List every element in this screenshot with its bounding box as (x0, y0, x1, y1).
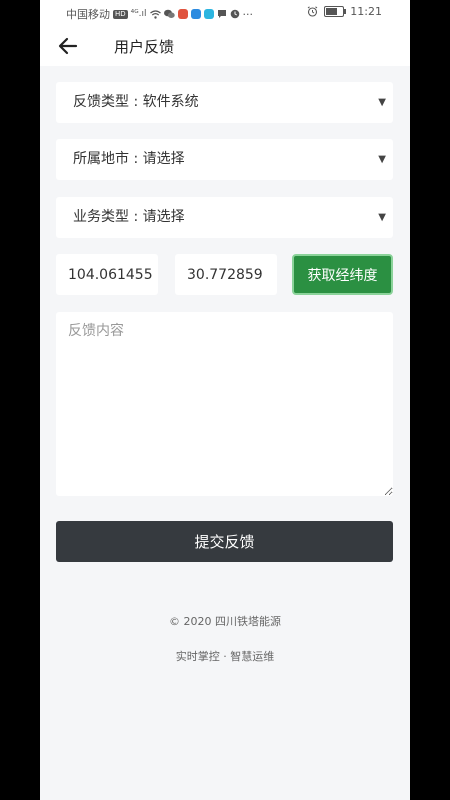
signal-icon: ⁴ᴳ.ıl (130, 9, 147, 19)
status-right: 11:21 (307, 5, 382, 18)
app-notification-icon (203, 9, 214, 19)
business-type-select[interactable]: 业务类型 : 请选择 ▼ (56, 197, 393, 238)
status-bar: 中国移动 HD ⁴ᴳ.ıl ··· 11:21 (40, 0, 410, 26)
phone-screen: 中国移动 HD ⁴ᴳ.ıl ··· 11:21 用户反馈 反馈类型: 软件系统… (40, 0, 410, 800)
submit-feedback-button[interactable]: 提交反馈 (56, 521, 393, 562)
app-notification-icon (177, 9, 188, 19)
footer-slogan: 实时掌控 · 智慧运维 (175, 650, 275, 663)
caret-down-icon: ▼ (378, 212, 386, 223)
status-time: 11:21 (350, 5, 382, 18)
alarm-icon (307, 6, 318, 17)
arrow-left-icon (58, 37, 78, 55)
latitude-input[interactable] (175, 254, 277, 295)
hd-badge: HD (113, 9, 128, 19)
wifi-icon (149, 9, 161, 19)
feedback-type-select[interactable]: 反馈类型 : 软件系统 ▼ (56, 82, 393, 123)
wechat-icon (163, 9, 175, 18)
back-button[interactable] (56, 34, 80, 58)
longitude-input[interactable] (56, 254, 158, 295)
caret-down-icon: ▼ (378, 97, 386, 108)
app-header: 用户反馈 (40, 26, 410, 66)
more-notifications: ··· (242, 7, 254, 21)
battery-icon (324, 6, 347, 17)
city-select[interactable]: 所属地市 : 请选择 ▼ (56, 139, 393, 180)
feedback-type-value: 反馈类型 : 软件系统 (73, 94, 199, 110)
app-notification-icon (190, 9, 201, 19)
page-title: 用户反馈 (114, 38, 175, 56)
message-icon (217, 10, 226, 18)
get-coordinates-button[interactable]: 获取经纬度 (292, 254, 393, 295)
business-type-value: 业务类型 : 请选择 (73, 209, 185, 225)
city-value: 所属地市 : 请选择 (73, 151, 185, 167)
clock-app-icon (230, 9, 239, 19)
footer-copyright: © 2020 四川铁塔能源 (169, 615, 281, 628)
caret-down-icon: ▼ (378, 154, 386, 165)
carrier-label: 中国移动 (66, 8, 110, 21)
status-left: 中国移动 HD ⁴ᴳ.ıl ··· (66, 6, 253, 22)
feedback-content-textarea[interactable] (56, 312, 393, 496)
